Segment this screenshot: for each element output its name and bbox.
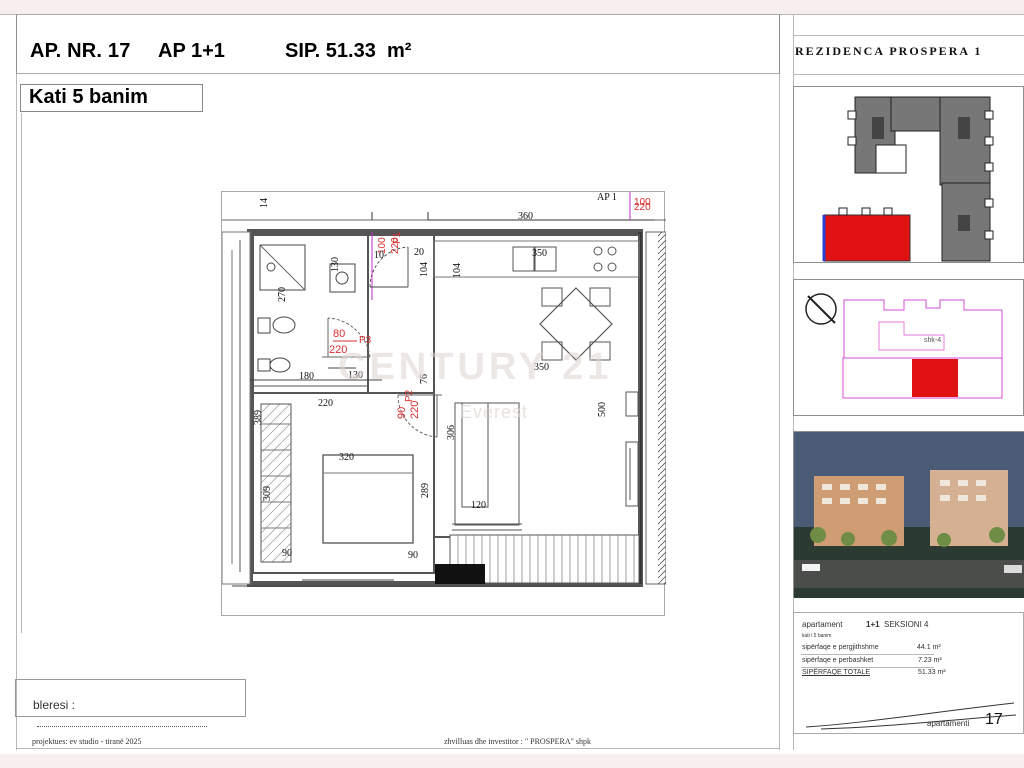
buyer-dotted-line bbox=[37, 717, 207, 727]
footer-developer: zhvilluas dhe investitor : " PROSPERA" s… bbox=[444, 737, 591, 746]
table-value-total: 51.33 m² bbox=[918, 669, 946, 676]
dim-309: 309 bbox=[262, 486, 273, 501]
table-type: 1+1 bbox=[866, 620, 880, 629]
dim-90-left: 90 bbox=[282, 548, 292, 559]
floor-plan: 360 14 AP 1 100 220 180 270 130 100 220 bbox=[221, 191, 667, 616]
door-p2-bed: P2 bbox=[404, 389, 415, 402]
dim-104-left: 104 bbox=[419, 262, 430, 277]
dim-130-small: 130 bbox=[330, 257, 341, 272]
site-plan-drawing bbox=[822, 96, 994, 262]
sidebar-header-top bbox=[793, 35, 1024, 36]
table-value-common: 7.23 m² bbox=[918, 657, 942, 664]
location-label: shk-4 bbox=[924, 337, 941, 344]
area-value: SIP. 51.33 m² bbox=[285, 40, 411, 63]
dim-289: 289 bbox=[420, 483, 431, 498]
dim-350-top: 350 bbox=[532, 248, 547, 259]
door-p2-bed-width: 90 bbox=[396, 407, 408, 419]
dim-120: 120 bbox=[471, 500, 486, 511]
dim-10: 10 bbox=[374, 250, 384, 261]
dim-20: 20 bbox=[414, 247, 424, 258]
door-p3-width: 80 bbox=[333, 328, 345, 340]
dim-220: 220 bbox=[318, 398, 333, 409]
table-floor: kati i 5 banim bbox=[802, 633, 832, 639]
table-title: apartament bbox=[802, 620, 843, 629]
sidebar-header-bottom bbox=[793, 74, 1024, 75]
apartment-summary-table: apartament 1+1 SEKSIONI 4 kati i 5 banim… bbox=[793, 612, 1024, 734]
dim-top-red-220: 220 bbox=[634, 202, 651, 213]
main-right-border bbox=[779, 14, 780, 750]
footer: projektues: ev studio - tiranë 2025 zhvi… bbox=[16, 735, 780, 749]
table-section: SEKSIONI 4 bbox=[884, 620, 929, 629]
dim-389: 389 bbox=[253, 410, 264, 425]
table-label-general: sipërfaqe e pergjithshme bbox=[802, 644, 879, 651]
dim-104-right: 104 bbox=[452, 263, 463, 278]
left-border-outer bbox=[16, 14, 17, 750]
footer-project: projektues: ev studio - tiranë 2025 bbox=[32, 737, 142, 746]
table-divider-2 bbox=[801, 667, 934, 668]
door-p2-bed-height: 220 bbox=[409, 401, 421, 419]
apartment-type: AP 1+1 bbox=[158, 40, 225, 62]
dim-270: 270 bbox=[277, 287, 288, 302]
dim-306: 306 bbox=[446, 425, 457, 440]
dim-320: 320 bbox=[339, 452, 354, 463]
location-map-drawing: shk-4 bbox=[805, 293, 1003, 399]
watermark: CENTURY 21 bbox=[338, 346, 613, 388]
floor-label: Kati 5 banim bbox=[20, 84, 203, 112]
buyer-field[interactable]: bleresi : bbox=[15, 679, 246, 727]
door-p1: P1 bbox=[392, 231, 403, 244]
area-unit: m² bbox=[386, 40, 412, 62]
apartment-footer-number: 17 bbox=[985, 711, 1003, 728]
dim-top-14: 14 bbox=[259, 198, 270, 208]
location-map-thumbnail: shk-4 bbox=[793, 279, 1024, 416]
building-rendering bbox=[793, 431, 1024, 598]
project-title: REZIDENCA PROSPERA 1 bbox=[795, 44, 983, 58]
floor-plan-drawing: 360 14 AP 1 100 220 180 270 130 100 220 bbox=[221, 192, 667, 587]
building-rendering-image bbox=[794, 432, 1024, 598]
buyer-label: bleresi : bbox=[33, 698, 76, 712]
apartment-number: AP. NR. 17 bbox=[30, 40, 131, 62]
dim-90-right: 90 bbox=[408, 550, 418, 561]
table-label-total: SIPËRFAQE TOTALE bbox=[802, 669, 871, 676]
watermark-subtitle: Everest bbox=[460, 402, 529, 422]
dim-500: 500 bbox=[597, 402, 608, 417]
table-divider-1 bbox=[801, 654, 934, 655]
left-border-inner bbox=[21, 113, 22, 633]
apartment-footer-label: apartamenti bbox=[927, 719, 970, 728]
label-ap: AP 1 bbox=[597, 192, 617, 203]
dim-360: 360 bbox=[518, 211, 533, 222]
table-label-common: sipërfaqe e perbashket bbox=[802, 657, 874, 664]
area-text: SIP. 51.33 bbox=[285, 40, 376, 62]
table-value-general: 44.1 m² bbox=[917, 644, 941, 651]
door-p3: P3 bbox=[359, 335, 372, 346]
site-plan-thumbnail bbox=[793, 86, 1024, 263]
